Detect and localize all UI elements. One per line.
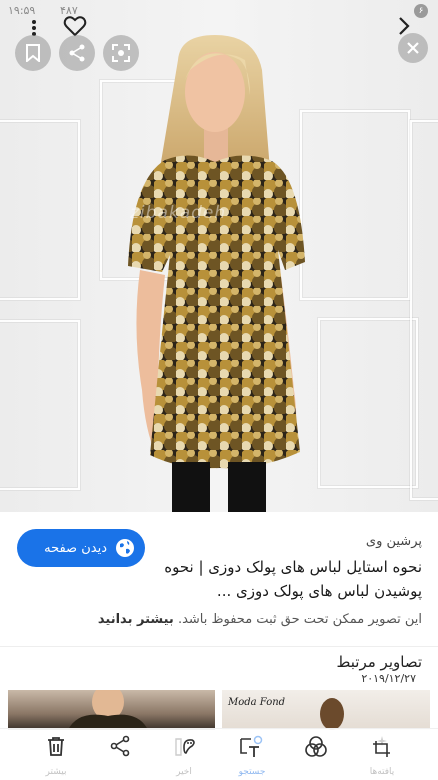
close-icon: [407, 42, 419, 54]
copyright-notice: این تصویر ممکن تحت حق ثبت محفوظ باشد. بی…: [98, 612, 422, 627]
related-thumbnail[interactable]: Moda Fond: [222, 690, 430, 730]
toolbar-text[interactable]: جستجو: [232, 733, 272, 777]
thumbnail-figure: [320, 698, 344, 730]
share-icon: [69, 44, 85, 62]
circles-icon: [305, 736, 327, 757]
source-name[interactable]: پرشین وی: [366, 534, 422, 549]
toolbar-delete[interactable]: بیشتر: [36, 733, 76, 777]
close-button[interactable]: [398, 33, 428, 63]
learn-more-link[interactable]: بیشتر بدانید: [98, 612, 174, 627]
related-date: ۲۰۱۹/۱۲/۲۷: [361, 672, 416, 685]
toolbar-label: یافته‌ها: [369, 767, 395, 777]
toolbar-share[interactable]: [100, 733, 140, 777]
image-title[interactable]: نحوه استایل لباس های پولک دوزی | نحوه پو…: [152, 555, 422, 603]
bookmark-button[interactable]: [15, 35, 51, 71]
lens-icon: [112, 44, 130, 62]
status-badge: ۶: [414, 4, 428, 18]
image-viewer[interactable]: zibakadeh ۱۹:۵۹ ۴۸۷ ۶: [0, 0, 438, 512]
share-button[interactable]: [59, 35, 95, 71]
visit-page-label: دیدن صفحه: [44, 540, 107, 556]
toolbar-label: بیشتر: [45, 767, 67, 777]
toolbar-filter[interactable]: [296, 733, 336, 777]
trash-icon: [48, 737, 64, 756]
photo-subject: [128, 35, 305, 512]
copyright-text: این تصویر ممکن تحت حق ثبت محفوظ باشد.: [177, 612, 422, 627]
toolbar-label: اخیر: [176, 767, 192, 777]
lens-button[interactable]: [103, 35, 139, 71]
related-thumbnail[interactable]: [8, 690, 215, 730]
related-images-title: تصاویر مرتبط: [336, 653, 422, 671]
status-time: ۱۹:۵۹: [8, 4, 36, 17]
thumbnail-figure: [68, 690, 148, 730]
palette-icon: [175, 738, 195, 756]
visit-page-button[interactable]: دیدن صفحه: [17, 529, 145, 567]
watermark: zibakadeh: [130, 203, 227, 223]
globe-icon: [116, 539, 134, 557]
bookmark-icon: [26, 44, 40, 62]
toolbar-edit[interactable]: اخیر: [164, 733, 204, 777]
toolbar-crop[interactable]: یافته‌ها: [362, 733, 402, 777]
bottom-toolbar: بیشتر اخیر جستجو: [0, 728, 438, 780]
text-select-icon: [240, 735, 263, 757]
toolbar-label: جستجو: [238, 767, 266, 777]
divider: [0, 646, 438, 647]
share-icon: [110, 735, 130, 757]
crop-icon: [373, 736, 390, 757]
